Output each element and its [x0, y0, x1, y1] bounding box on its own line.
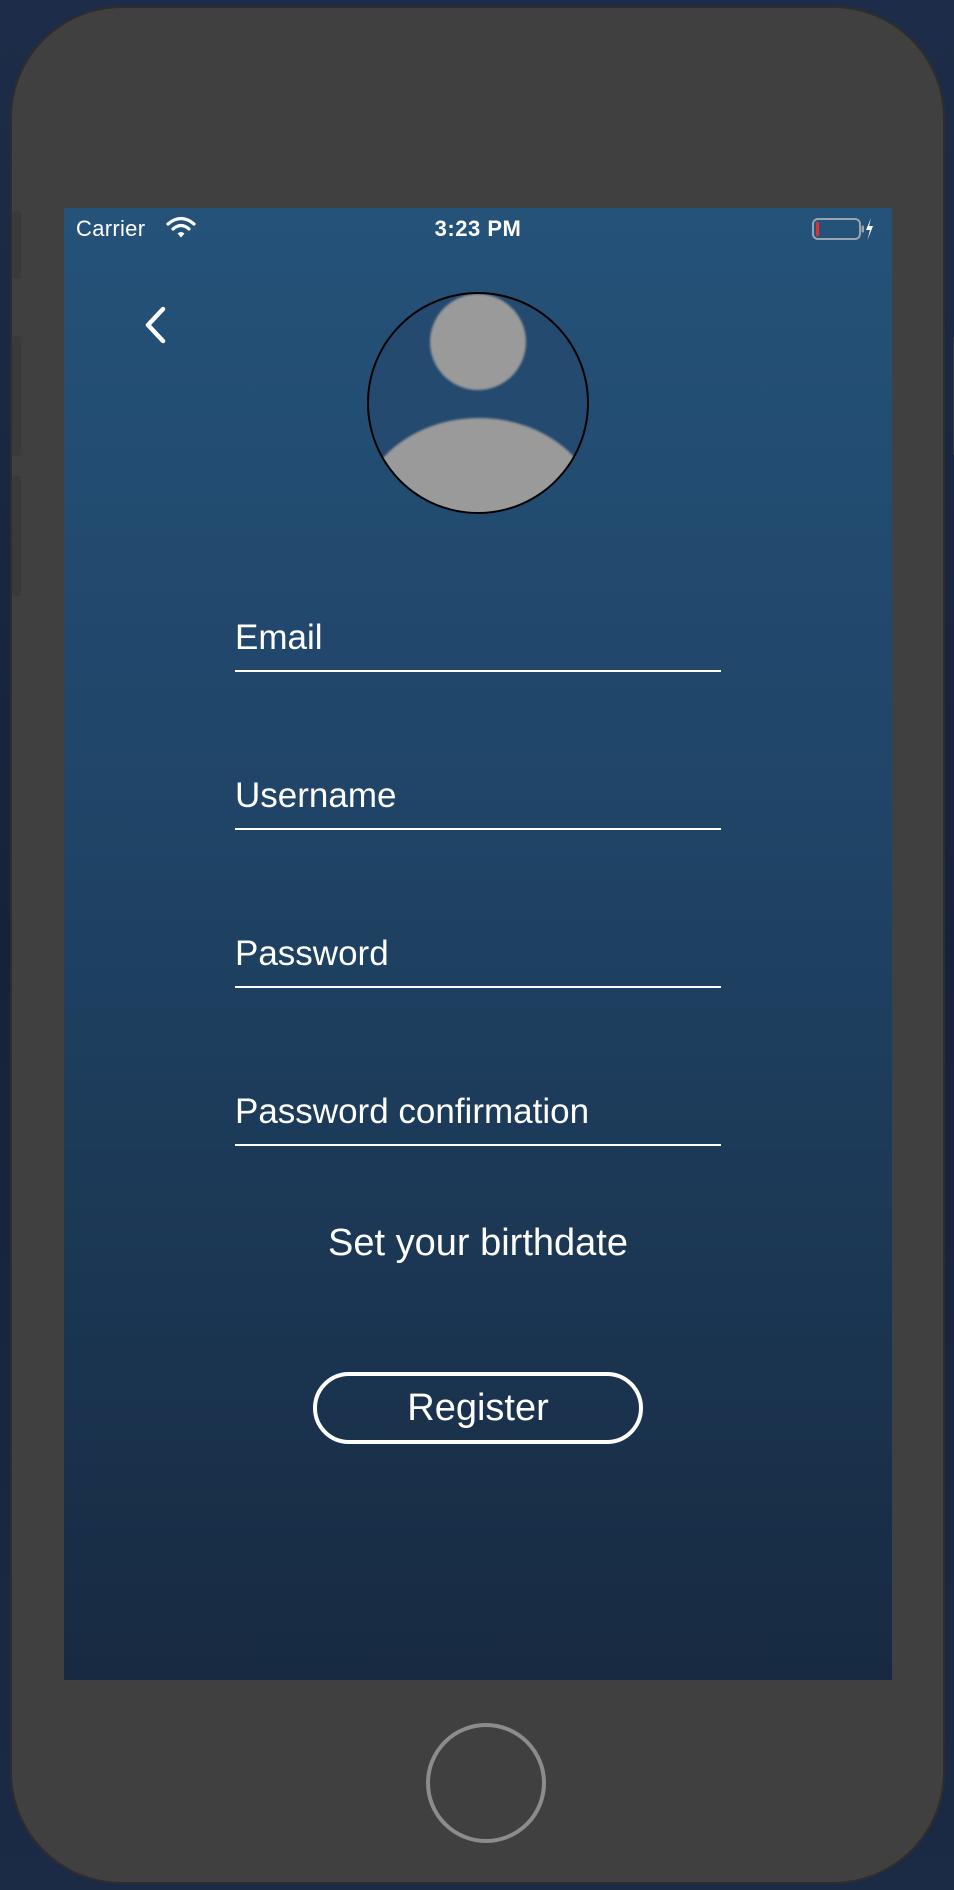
- user-placeholder-body: [369, 418, 587, 512]
- status-bar: Carrier 3:23 PM: [64, 208, 892, 248]
- password-confirmation-input[interactable]: [235, 1092, 721, 1132]
- email-field: [235, 612, 721, 672]
- user-placeholder-icon: [430, 294, 526, 390]
- mute-switch: [12, 211, 21, 279]
- username-field: [235, 770, 721, 830]
- password-input[interactable]: [235, 934, 721, 974]
- username-input[interactable]: [235, 776, 721, 816]
- battery-low-charging-icon: [812, 218, 873, 240]
- volume-down-button: [12, 476, 21, 596]
- register-button[interactable]: Register: [313, 1372, 643, 1444]
- password-confirmation-field: [235, 1086, 721, 1146]
- volume-up-button: [12, 336, 21, 456]
- password-field: [235, 928, 721, 988]
- set-birthdate-link[interactable]: Set your birthdate: [64, 1222, 892, 1265]
- email-input[interactable]: [235, 618, 721, 658]
- home-button[interactable]: [426, 1723, 546, 1843]
- chevron-left-icon: [145, 306, 166, 344]
- app-screen: Carrier 3:23 PM Set your birthda: [64, 208, 892, 1680]
- back-button[interactable]: [134, 303, 178, 347]
- avatar-picker[interactable]: [367, 292, 589, 514]
- status-time: 3:23 PM: [434, 216, 522, 241]
